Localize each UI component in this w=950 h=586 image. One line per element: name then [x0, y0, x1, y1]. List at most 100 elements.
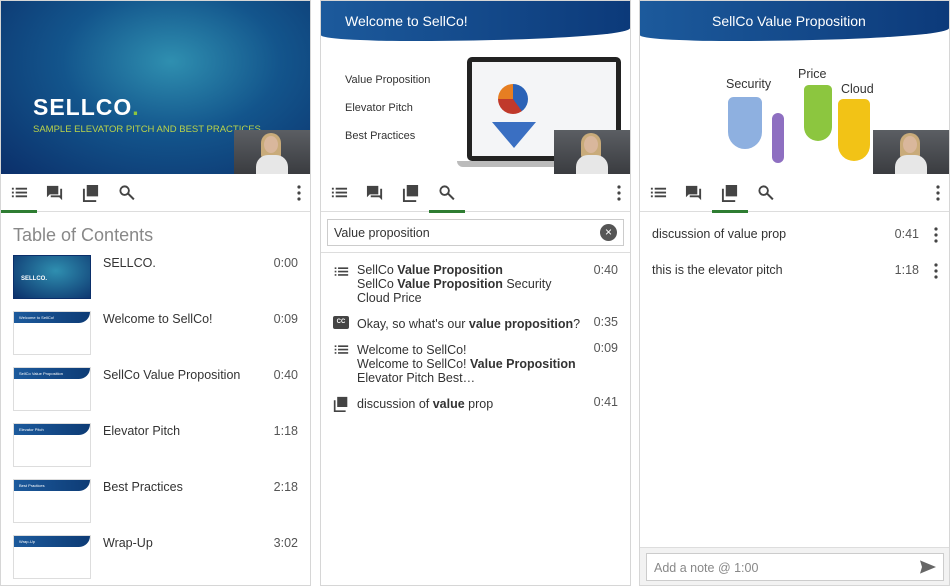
tab-table-of-contents[interactable]	[640, 174, 676, 212]
slide-subtitle: SAMPLE ELEVATOR PITCH AND BEST PRACTICES	[33, 124, 261, 135]
result-context: SellCo Value Proposition Security Cloud …	[357, 277, 552, 305]
slide-title: Welcome to SellCo!	[345, 13, 468, 29]
webcam-video	[554, 130, 630, 174]
clear-search-icon[interactable]: ×	[600, 224, 617, 241]
search-result[interactable]: CC Okay, so what's our value proposition?…	[321, 305, 630, 331]
video-player[interactable]: SellCo Value Proposition Security Price …	[640, 1, 949, 174]
result-text: discussion of value prop	[357, 397, 494, 411]
slide-thumbnail: SellCo Value Proposition	[13, 367, 91, 411]
note-item[interactable]: discussion of value prop 0:41	[640, 213, 949, 249]
note-time: 1:18	[894, 263, 919, 277]
toc-item[interactable]: SellCo Value Proposition SellCo Value Pro…	[1, 367, 310, 423]
search-icon	[758, 184, 774, 200]
tab-search[interactable]	[748, 174, 784, 212]
toc-item-title: Welcome to SellCo!	[103, 312, 213, 326]
tab-table-of-contents[interactable]	[321, 174, 357, 212]
note-text: this is the elevator pitch	[652, 263, 783, 277]
chat-icon	[46, 185, 63, 200]
slide-label: Price	[798, 67, 827, 81]
list-icon	[11, 187, 28, 197]
toc-item[interactable]: Elevator Pitch Elevator Pitch 1:18	[1, 423, 310, 479]
more-options-button[interactable]	[296, 174, 302, 212]
note-item[interactable]: this is the elevator pitch 1:18	[640, 249, 949, 285]
result-time: 0:40	[593, 263, 618, 277]
chat-icon	[685, 185, 702, 200]
webcam-video	[873, 130, 949, 174]
result-text: SellCo Value Proposition	[357, 263, 503, 277]
toc-item-time: 2:18	[273, 480, 298, 494]
result-time: 0:41	[593, 395, 618, 409]
tab-search[interactable]	[109, 174, 145, 212]
tab-comments[interactable]	[676, 174, 712, 212]
tab-notes[interactable]	[393, 174, 429, 212]
slide-thumbnail: Elevator Pitch	[13, 423, 91, 467]
toc-item[interactable]: Wrap-Up Wrap-Up 3:02	[1, 535, 310, 585]
cloud-hand-graphic	[838, 99, 870, 161]
tab-comments[interactable]	[37, 174, 73, 212]
more-options-button[interactable]	[935, 174, 941, 212]
toc-item-title: SELLCO.	[103, 256, 156, 270]
slide-label: Security	[726, 77, 772, 91]
toc-item-title: SellCo Value Proposition	[103, 368, 241, 382]
toc-item-title: Wrap-Up	[103, 536, 153, 550]
slide-logo: SELLCO.	[33, 94, 140, 120]
slide-item: Elevator Pitch	[345, 102, 413, 114]
list-icon	[650, 187, 667, 197]
search-result[interactable]: Welcome to SellCo! Welcome to SellCo! Val…	[321, 331, 630, 385]
chat-icon	[366, 185, 383, 200]
result-context: Welcome to SellCo! Value Proposition Ele…	[357, 357, 576, 385]
toc-item-time: 0:09	[273, 312, 298, 326]
slide-thumbnail: Welcome to SellCo!	[13, 311, 91, 355]
toolbar	[321, 174, 630, 213]
more-vert-icon	[617, 185, 621, 201]
slide-thumbnail: Best Practices	[13, 479, 91, 523]
result-text: Okay, so what's our value proposition?	[357, 317, 581, 331]
slide-item: Best Practices	[345, 130, 416, 142]
notes-panel: SellCo Value Proposition Security Price …	[639, 0, 950, 586]
tab-notes[interactable]	[712, 174, 748, 213]
slide-thumbnail: SELLCO.	[13, 255, 91, 299]
toc-item-time: 0:40	[273, 368, 298, 382]
toc-item[interactable]: SELLCO. SELLCO. 0:00	[1, 255, 310, 311]
list-icon	[333, 264, 349, 278]
slide-item: Value Proposition	[345, 74, 431, 86]
tab-comments[interactable]	[357, 174, 393, 212]
video-player[interactable]: Welcome to SellCo! Value Proposition Ele…	[321, 1, 630, 174]
notes-icon	[721, 184, 738, 202]
search-results: SellCo Value Proposition SellCo Value Pro…	[321, 253, 630, 412]
note-time: 0:41	[894, 227, 919, 241]
send-icon[interactable]	[920, 560, 936, 574]
note-text: discussion of value prop	[652, 227, 787, 241]
tab-search[interactable]	[429, 174, 465, 213]
slide-thumbnail: Wrap-Up	[13, 535, 91, 579]
notes-icon	[82, 184, 99, 202]
add-note-input[interactable]: Add a note @ 1:00	[646, 553, 944, 581]
webcam-video	[234, 130, 310, 174]
toolbar	[640, 174, 949, 213]
toc-item[interactable]: Welcome to SellCo! Welcome to SellCo! 0:09	[1, 311, 310, 367]
video-player[interactable]: SELLCO. SAMPLE ELEVATOR PITCH AND BEST P…	[1, 1, 310, 174]
more-options-button[interactable]	[616, 174, 622, 212]
search-result[interactable]: discussion of value prop 0:41	[321, 385, 630, 412]
result-time: 0:35	[593, 315, 618, 329]
search-input[interactable]: Value proposition ×	[327, 219, 624, 246]
toc-item[interactable]: Best Practices Best Practices 2:18	[1, 479, 310, 535]
tab-notes[interactable]	[73, 174, 109, 212]
slide-label: Cloud	[841, 82, 874, 96]
toc-item-time: 1:18	[273, 424, 298, 438]
more-vert-icon[interactable]	[933, 263, 939, 279]
security-hand-graphic	[728, 97, 762, 149]
list-icon	[331, 187, 348, 197]
toc-item-title: Best Practices	[103, 480, 183, 494]
list-icon	[333, 342, 349, 356]
search-result[interactable]: SellCo Value Proposition SellCo Value Pro…	[321, 253, 630, 305]
notes-list: discussion of value prop 0:41 this is the …	[640, 213, 949, 285]
connector-graphic	[772, 113, 784, 163]
tab-table-of-contents[interactable]	[1, 174, 37, 213]
toc-list: SELLCO. SELLCO. 0:00 Welcome to SellCo! Welc…	[1, 255, 310, 585]
notes-icon	[402, 184, 419, 202]
more-vert-icon[interactable]	[933, 227, 939, 243]
search-panel: Welcome to SellCo! Value Proposition Ele…	[320, 0, 631, 586]
slide-title: SellCo Value Proposition	[712, 13, 866, 29]
price-hand-graphic	[804, 85, 832, 141]
